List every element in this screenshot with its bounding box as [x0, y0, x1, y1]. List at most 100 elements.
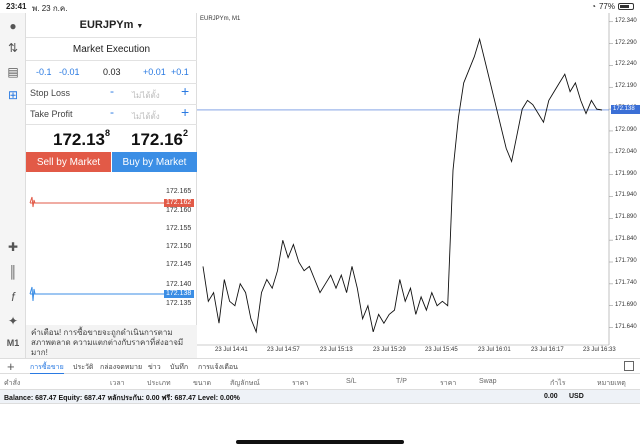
balance-row: Balance: 687.47 Equity: 687.47 หลักประกั… — [0, 390, 640, 404]
orders-table-header: คำสั่ง เวลา ประเภท ขนาด สัญลักษณ์ ราคา S… — [0, 374, 640, 390]
order-panel: EURJPYm ▼ Market Execution -0.1 -0.01 0.0… — [26, 13, 197, 358]
objects-icon[interactable]: ✦ — [4, 312, 22, 330]
column-header[interactable]: คำสั่ง — [4, 378, 20, 389]
column-header[interactable]: ราคา — [440, 378, 456, 389]
battery-icon — [618, 3, 634, 10]
price-chart[interactable]: EURJPYm, M1 172.340 172.290 172.240 172.190… — [197, 13, 640, 358]
ask-price: 172.162 — [131, 128, 189, 150]
tick-label: 172.145 — [166, 261, 192, 268]
tick-label: 172.155 — [166, 225, 192, 232]
take-profit-minus-button[interactable]: - — [110, 105, 114, 119]
x-tick-label: 23 Jul 15:13 — [320, 347, 353, 353]
tab-history[interactable]: ประวัติ — [73, 362, 93, 373]
y-tick-label: 171.690 — [615, 301, 637, 308]
column-header[interactable]: สัญลักษณ์ — [230, 378, 260, 389]
battery-fill — [620, 5, 630, 8]
tick-chart — [29, 196, 164, 302]
chart-canvas — [197, 13, 613, 348]
volume-minus-0-1[interactable]: -0.1 — [36, 67, 52, 77]
price-line — [202, 37, 603, 334]
divider — [26, 124, 197, 125]
column-header[interactable]: ราคา — [292, 378, 308, 389]
y-tick-label: 172.090 — [615, 126, 637, 133]
status-time: 23:41 — [6, 2, 27, 11]
status-bar: 23:41 พ. 23 ก.ค. ◔ 77% — [0, 0, 640, 13]
tick-label: 172.140 — [166, 281, 192, 288]
new-order-icon[interactable]: ⊞ — [4, 86, 22, 104]
column-header[interactable]: กำไร — [550, 378, 565, 389]
battery-percent: 77% — [598, 2, 615, 11]
column-header[interactable]: ขนาด — [193, 378, 211, 389]
bid-price-main: 172.13 — [53, 130, 105, 149]
take-profit-plus-button[interactable]: + — [181, 104, 189, 120]
volume-plus-0-01[interactable]: +0.01 — [143, 67, 166, 77]
column-header[interactable]: T/P — [396, 378, 407, 385]
y-tick-label: 172.190 — [615, 83, 637, 90]
trade-arrows-icon[interactable]: ⇅ — [4, 39, 22, 57]
layout-icon[interactable] — [624, 361, 634, 371]
current-price-tag: 172.138 — [611, 105, 640, 115]
left-toolbar: ● ⇅ ▤ ⊞ ✚ ║ f ✦ M1 — [0, 13, 26, 358]
x-tick-label: 23 Jul 15:45 — [425, 347, 458, 353]
column-header[interactable]: Swap — [479, 378, 497, 385]
status-right: ◔ 77% — [591, 2, 634, 11]
symbol-name: EURJPYm — [79, 19, 134, 31]
ask-price-tag: 172.162 — [164, 199, 194, 207]
ask-ticks — [29, 196, 36, 208]
tab-trade[interactable]: การซื้อขาย — [30, 362, 64, 374]
y-tick-label: 172.240 — [615, 61, 637, 68]
crosshair-icon[interactable]: ✚ — [4, 238, 22, 256]
total-profit: 0.00 — [544, 393, 558, 400]
bid-price-tag: 172.138 — [164, 290, 194, 298]
y-tick-label: 171.990 — [615, 170, 637, 177]
ask-price-pip: 2 — [183, 128, 189, 138]
y-tick-label: 171.940 — [615, 192, 637, 199]
stop-loss-label: Stop Loss — [30, 88, 71, 98]
tick-label: 172.135 — [166, 300, 192, 307]
tab-mailbox[interactable]: กล่องจดหมาย — [100, 362, 142, 373]
volume-plus-0-1[interactable]: +0.1 — [171, 67, 189, 77]
y-tick-label: 171.840 — [615, 236, 637, 243]
volume-minus-0-01[interactable]: -0.01 — [59, 67, 80, 77]
ask-price-main: 172.16 — [131, 130, 183, 149]
bid-price: 172.138 — [53, 128, 111, 150]
tab-alerts[interactable]: การแจ้งเตือน — [198, 362, 238, 373]
y-tick-label: 171.740 — [615, 279, 637, 286]
y-tick-label: 171.640 — [615, 323, 637, 330]
bid-price-pip: 8 — [105, 128, 111, 138]
wifi-icon: ◔ — [591, 2, 596, 11]
home-indicator[interactable] — [236, 440, 404, 444]
x-tick-label: 23 Jul 16:01 — [478, 347, 511, 353]
chat-icon[interactable]: ▤ — [4, 63, 22, 81]
x-tick-label: 23 Jul 16:33 — [583, 347, 616, 353]
buy-button[interactable]: Buy by Market — [112, 152, 197, 172]
balance-text: Balance: 687.47 Equity: 687.47 หลักประกั… — [4, 395, 240, 402]
column-header[interactable]: ประเภท — [147, 378, 171, 389]
add-icon[interactable]: + — [7, 359, 15, 374]
y-tick-label: 172.340 — [615, 17, 637, 24]
warning-text: คำเตือน! การซื้อขายจะถูกดำเนินการตามสภาพ… — [26, 325, 197, 358]
y-tick-label: 172.290 — [615, 39, 637, 46]
sell-button[interactable]: Sell by Market — [26, 152, 111, 172]
tab-journal[interactable]: บันทึก — [170, 362, 188, 373]
tick-label: 172.160 — [166, 207, 192, 214]
column-header[interactable]: หมายเหตุ — [597, 378, 626, 389]
x-tick-label: 23 Jul 14:57 — [267, 347, 300, 353]
terminal-tabs: + การซื้อขาย ประวัติ กล่องจดหมาย ข่าว บั… — [0, 358, 640, 374]
tab-news[interactable]: ข่าว — [148, 362, 161, 373]
x-tick-label: 23 Jul 14:41 — [215, 347, 248, 353]
volume-value[interactable]: 0.03 — [103, 67, 121, 77]
timeframe-button[interactable]: M1 — [4, 334, 22, 352]
y-tick-label: 171.890 — [615, 214, 637, 221]
take-profit-field[interactable]: ไม่ได้ตั้ง — [132, 110, 160, 123]
execution-type[interactable]: Market Execution — [26, 44, 197, 55]
indicator-icon[interactable]: f — [4, 288, 22, 306]
symbol-selector[interactable]: EURJPYm ▼ — [26, 19, 197, 31]
column-header[interactable]: S/L — [346, 378, 357, 385]
account-icon[interactable]: ● — [4, 17, 22, 35]
candlestick-icon[interactable]: ║ — [4, 263, 22, 281]
stop-loss-minus-button[interactable]: - — [110, 84, 114, 98]
column-header[interactable]: เวลา — [110, 378, 125, 389]
stop-loss-plus-button[interactable]: + — [181, 83, 189, 99]
stop-loss-field[interactable]: ไม่ได้ตั้ง — [132, 89, 160, 102]
